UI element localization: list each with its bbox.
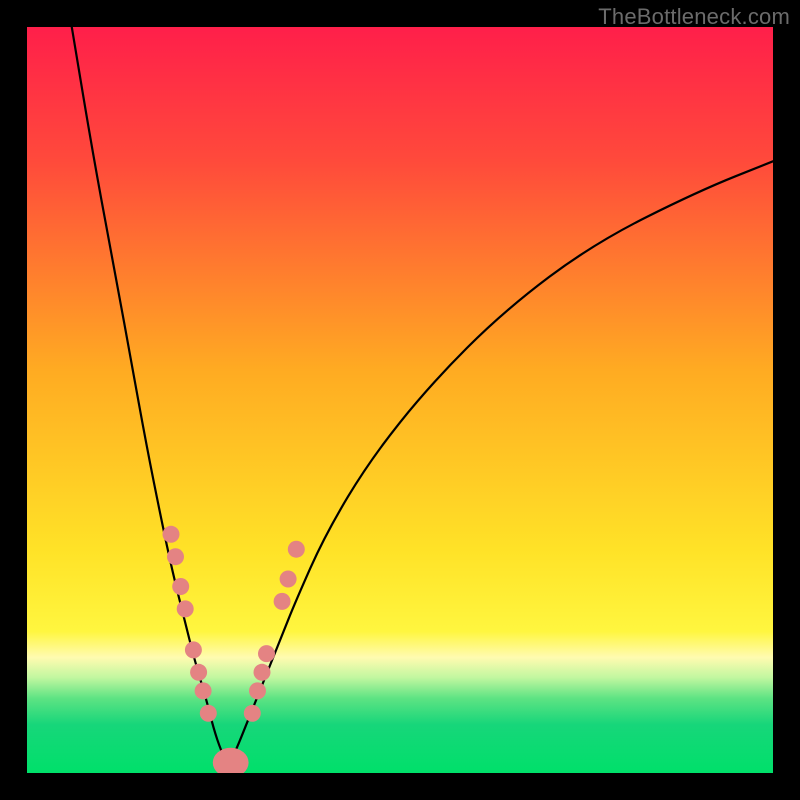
marker-dot — [244, 705, 261, 722]
marker-dot — [288, 541, 305, 558]
marker-dot — [280, 571, 297, 588]
marker-dot — [167, 548, 184, 565]
watermark-text: TheBottleneck.com — [598, 4, 790, 30]
marker-dot — [249, 682, 266, 699]
marker-dot — [274, 593, 291, 610]
marker-dot — [190, 664, 207, 681]
marker-dot — [195, 682, 212, 699]
marker-dot — [254, 664, 271, 681]
marker-dot — [258, 645, 275, 662]
marker-dot — [200, 705, 217, 722]
marker-dot — [163, 526, 180, 543]
marker-dot — [172, 578, 189, 595]
marker-dot — [185, 641, 202, 658]
bottleneck-chart — [27, 27, 773, 773]
chart-stage: TheBottleneck.com — [0, 0, 800, 800]
marker-dot — [177, 600, 194, 617]
